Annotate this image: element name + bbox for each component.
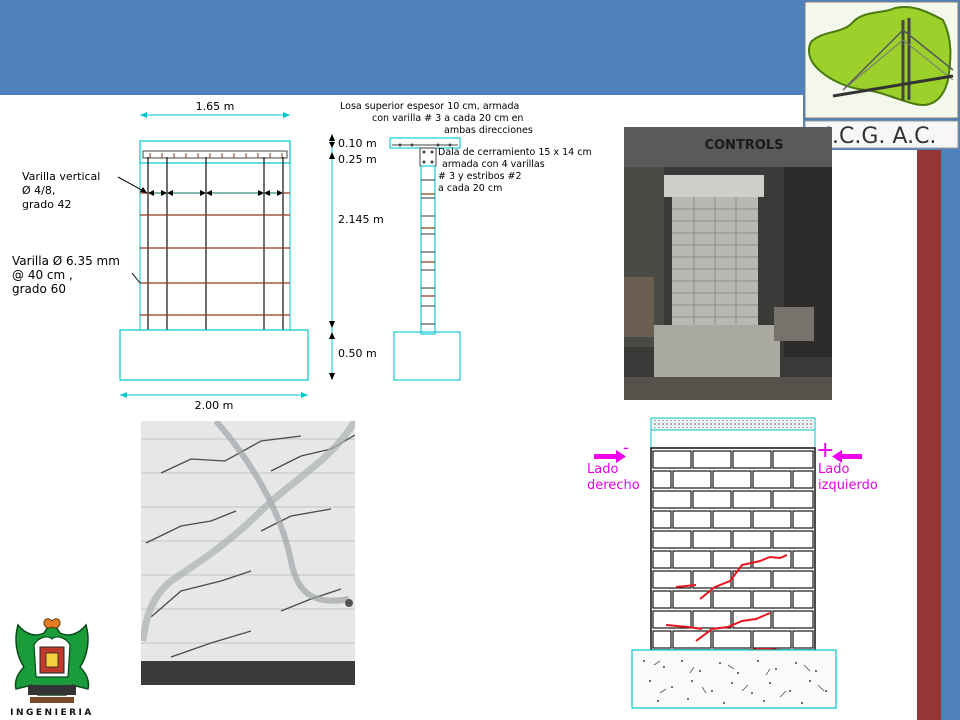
photo-sign-text: CONTROLS bbox=[704, 138, 783, 153]
note-horizontal-bar: Varilla Ø 6.35 mm @ 40 cm , grado 60 bbox=[12, 254, 120, 296]
faculty-logo: INGENIERIA bbox=[10, 618, 94, 718]
cracked-wall-photo bbox=[141, 421, 355, 685]
section-wall bbox=[420, 165, 436, 335]
org-name: I.C.G. A.C. bbox=[826, 124, 937, 149]
dim-bottom-label: 2.00 m bbox=[195, 399, 234, 412]
crack-pattern-diagram bbox=[631, 417, 837, 709]
note-vertical-bar: Varilla vertical Ø 4/8, grado 42 bbox=[22, 170, 101, 211]
faculty-caption: INGENIERIA bbox=[10, 708, 94, 718]
foundation-base bbox=[119, 329, 309, 381]
dim-wall-height: 2.145 m bbox=[338, 213, 384, 226]
force-minus-sign: - bbox=[623, 438, 629, 457]
beam-note: Dala de cerramiento 15 x 14 cm armada co… bbox=[438, 147, 592, 194]
label-lado-izquierdo: Lado izquierdo bbox=[818, 462, 878, 493]
vertical-rebars bbox=[147, 157, 284, 330]
header-band bbox=[0, 0, 803, 95]
dim-slab-thickness: 0.10 m bbox=[338, 137, 377, 150]
diagram-base bbox=[631, 649, 837, 709]
dim-base-height: 0.50 m bbox=[338, 347, 377, 360]
side-stripe-blue bbox=[941, 150, 960, 720]
horizontal-rebars bbox=[140, 192, 290, 316]
dim-beam-height: 0.25 m bbox=[338, 153, 377, 166]
dim-top-label: 1.65 m bbox=[196, 100, 235, 113]
section-base bbox=[393, 331, 461, 381]
section-bond-beam bbox=[419, 147, 437, 167]
eagle-crest-icon bbox=[14, 618, 90, 703]
label-lado-derecho: Lado derecho bbox=[587, 462, 640, 493]
wall-specimen-photo: CONTROLS bbox=[624, 127, 832, 400]
slab-note: Losa superior espesor 10 cm, armada con … bbox=[340, 101, 533, 136]
top-slab bbox=[139, 140, 291, 164]
side-stripe-red bbox=[917, 150, 941, 720]
